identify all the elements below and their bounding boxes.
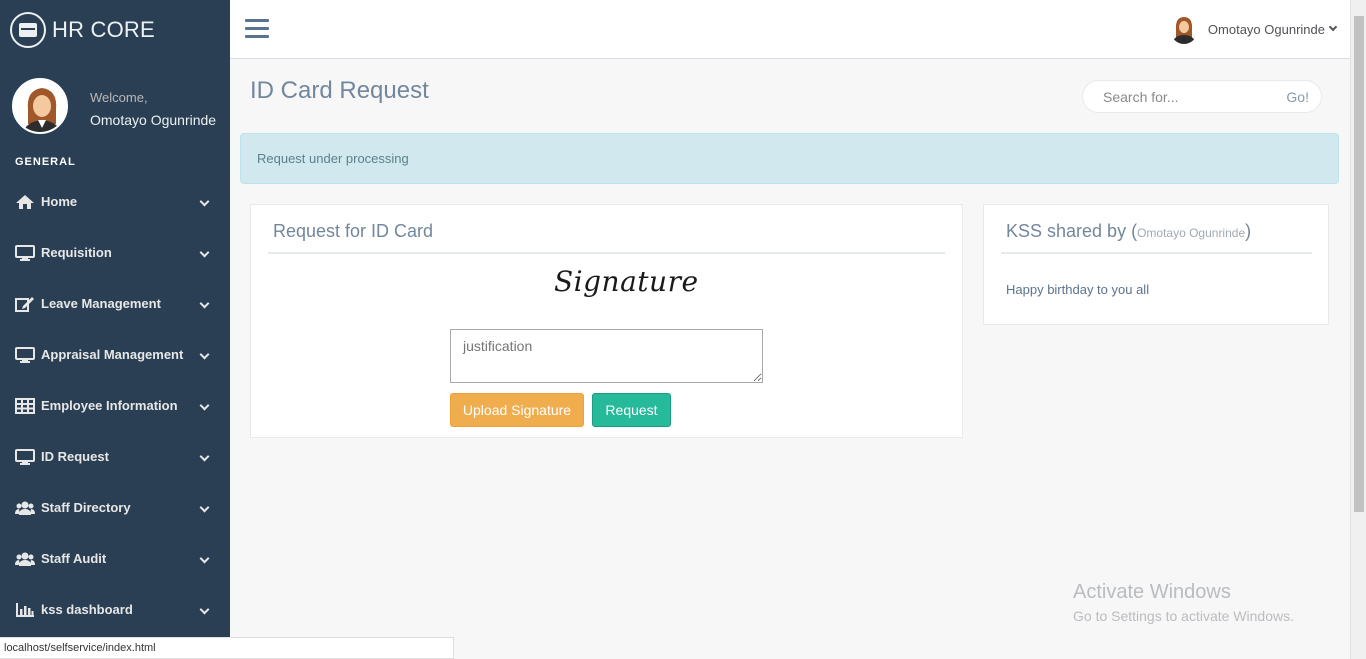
profile-avatar <box>12 78 68 134</box>
kss-message: Happy birthday to you all <box>1006 282 1150 297</box>
activation-watermark: Activate Windows Go to Settings to activ… <box>1073 581 1294 624</box>
kss-title-suffix: ) <box>1245 221 1252 241</box>
sidebar-item-label: Employee Information <box>41 398 178 413</box>
panel-title: Request for ID Card <box>273 221 434 241</box>
chevron-down-icon <box>199 247 210 258</box>
chevron-down-icon <box>199 349 210 360</box>
user-menu[interactable]: Omotayo Ogunrinde <box>1169 14 1338 44</box>
watermark-title: Activate Windows <box>1073 581 1231 603</box>
sidebar-item-staff-audit[interactable]: Staff Audit <box>0 533 230 584</box>
sidebar-item-label: Home <box>41 194 78 209</box>
chevron-down-icon <box>199 604 210 615</box>
desktop-icon <box>15 244 37 261</box>
status-alert: Request under processing <box>240 133 1339 184</box>
welcome-label: Welcome, <box>90 90 148 105</box>
brand-title: HR CORE <box>52 17 155 42</box>
sidebar-item-kss-dashboard[interactable]: kss dashboard <box>0 584 230 635</box>
sidebar-item-label: Leave Management <box>41 296 161 311</box>
chevron-down-icon <box>1328 22 1338 32</box>
panel-divider <box>1001 252 1312 254</box>
search-go-button[interactable]: Go! <box>1286 89 1309 105</box>
scrollbar[interactable] <box>1350 0 1366 659</box>
menu-toggle-icon[interactable] <box>245 19 269 39</box>
status-bar-url: localhost/selfservice/index.html <box>0 637 454 659</box>
sidebar-item-label: Staff Directory <box>41 500 131 515</box>
avatar <box>12 78 68 134</box>
sidebar-item-leave-management[interactable]: Leave Management <box>0 278 230 329</box>
table-icon <box>15 397 37 414</box>
kss-panel: KSS shared by (Omotayo Ogunrinde) Happy … <box>983 204 1329 325</box>
top-navbar: Omotayo Ogunrinde <box>230 0 1350 59</box>
signature-image: Signature <box>554 265 699 298</box>
sidebar-item-home[interactable]: Home <box>0 176 230 227</box>
watermark-subtitle: Go to Settings to activate Windows. <box>1073 608 1294 624</box>
chevron-down-icon <box>199 298 210 309</box>
menu-section-title: GENERAL <box>15 156 76 168</box>
id-card-request-panel: Request for ID Card Signature Upload Sig… <box>250 204 963 438</box>
users-icon <box>15 500 37 516</box>
bar-chart-icon <box>15 602 37 618</box>
sidebar-item-employee-information[interactable]: Employee Information <box>0 380 230 431</box>
chevron-down-icon <box>199 196 210 207</box>
sidebar-item-label: Requisition <box>41 245 112 260</box>
sidebar-item-label: ID Request <box>41 449 109 464</box>
chevron-down-icon <box>199 451 210 462</box>
request-button[interactable]: Request <box>592 393 671 427</box>
brand-logo-icon <box>10 12 46 48</box>
chevron-down-icon <box>199 400 210 411</box>
topnav-user-name: Omotayo Ogunrinde <box>1207 21 1325 37</box>
panel-title: KSS shared by (Omotayo Ogunrinde) <box>1006 221 1251 242</box>
search-input[interactable] <box>1103 89 1273 105</box>
edit-icon <box>15 296 37 312</box>
sidebar-menu: Home Requisition Leave Management Apprai… <box>0 176 230 635</box>
sidebar-item-staff-directory[interactable]: Staff Directory <box>0 482 230 533</box>
chevron-down-icon <box>199 502 210 513</box>
sidebar-item-label: kss dashboard <box>41 602 133 617</box>
sidebar-item-appraisal-management[interactable]: Appraisal Management <box>0 329 230 380</box>
panel-divider <box>268 252 945 254</box>
desktop-icon <box>15 346 37 363</box>
sidebar: HR CORE Welcome, Omotayo Ogunrinde GENER… <box>0 0 230 659</box>
brand[interactable]: HR CORE <box>10 12 155 48</box>
chevron-down-icon <box>199 553 210 564</box>
desktop-icon <box>15 448 37 465</box>
users-icon <box>15 551 37 567</box>
kss-title-prefix: KSS shared by ( <box>1006 221 1138 241</box>
sidebar-item-requisition[interactable]: Requisition <box>0 227 230 278</box>
scrollbar-thumb[interactable] <box>1354 16 1364 512</box>
home-icon <box>15 194 37 210</box>
justification-field[interactable] <box>450 329 763 383</box>
avatar <box>1169 14 1198 44</box>
page-title: ID Card Request <box>250 77 429 104</box>
sidebar-item-label: Staff Audit <box>41 551 107 566</box>
sidebar-item-id-request[interactable]: ID Request <box>0 431 230 482</box>
kss-shared-by: Omotayo Ogunrinde <box>1137 226 1246 240</box>
search-box: Go! <box>1082 80 1322 113</box>
sidebar-item-label: Appraisal Management <box>41 347 184 362</box>
sidebar-user-name: Omotayo Ogunrinde <box>90 112 217 128</box>
upload-signature-button[interactable]: Upload Signature <box>450 393 584 427</box>
